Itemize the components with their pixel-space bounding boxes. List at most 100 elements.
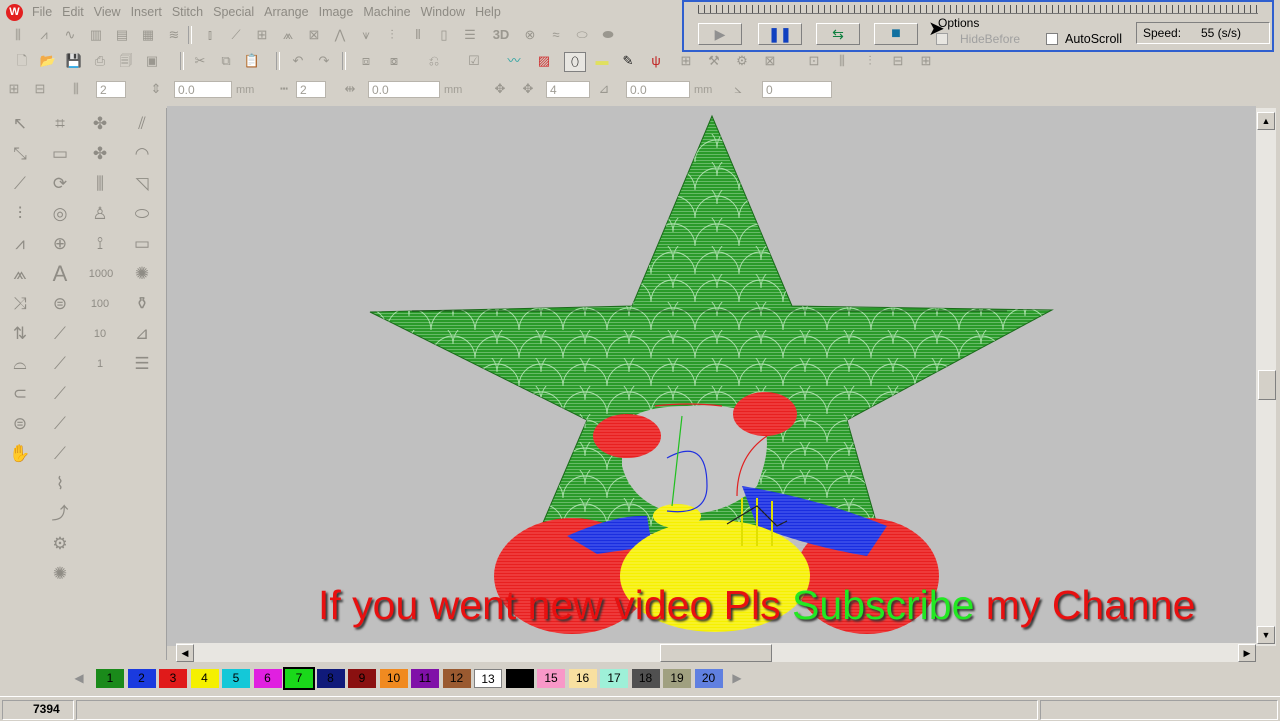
edit-shape-icon[interactable]: ◹ bbox=[128, 170, 156, 198]
wave-fill-icon[interactable]: ≈ bbox=[546, 26, 566, 44]
autoscroll-checkbox[interactable] bbox=[1046, 33, 1058, 45]
width-icon[interactable]: ⇹ bbox=[340, 80, 360, 98]
group-icon[interactable]: ⧈ bbox=[356, 52, 376, 70]
node-edit-icon[interactable]: ⤡ bbox=[6, 140, 34, 168]
star-fill-icon[interactable]: ⋀ bbox=[330, 26, 350, 44]
thread-swatch-12[interactable]: 12 bbox=[442, 669, 471, 688]
palette-prev-icon[interactable]: ◀ bbox=[68, 669, 90, 688]
thread-swatch-16[interactable]: 16 bbox=[568, 669, 597, 688]
needle-icon[interactable]: ✎ bbox=[618, 52, 638, 70]
thread-swatch-19[interactable]: 19 bbox=[663, 669, 691, 688]
count-spinner-2[interactable]: 2 bbox=[296, 81, 326, 98]
vertical-scrollbar[interactable]: ▲ ▼ bbox=[1256, 108, 1276, 646]
thread-swatch-8[interactable]: 8 bbox=[316, 669, 345, 688]
zigzag-stitch-icon[interactable]: ⩘ bbox=[34, 26, 54, 44]
radial-fill-icon[interactable]: ⟋ bbox=[226, 26, 246, 44]
knife-icon[interactable]: ⟋ bbox=[6, 170, 34, 198]
ellipse-icon[interactable]: ⬭ bbox=[128, 200, 156, 228]
rotate-icon[interactable]: ⦣ bbox=[728, 80, 748, 98]
branch-icon[interactable]: ⟟ bbox=[86, 230, 114, 258]
motif-fill-icon[interactable]: ≋ bbox=[164, 26, 184, 44]
distribute-icon[interactable]: ⊟ bbox=[888, 52, 908, 70]
cut-icon[interactable]: ✂ bbox=[190, 52, 210, 70]
ruler-icon[interactable]: ⫼ bbox=[832, 52, 852, 70]
menu-stitch[interactable]: Stitch bbox=[172, 0, 213, 24]
jump-stitch-icon[interactable]: ⤨ bbox=[6, 290, 34, 318]
angle-icon[interactable]: ⊿ bbox=[594, 80, 614, 98]
wave-stitch-icon[interactable]: ∿ bbox=[60, 26, 80, 44]
thread-swatch-3[interactable]: 3 bbox=[159, 669, 187, 688]
thread-swatch-6[interactable]: 6 bbox=[253, 669, 282, 688]
net-fill-icon[interactable]: ⊠ bbox=[304, 26, 324, 44]
emboss-icon[interactable]: ⬭ bbox=[572, 26, 592, 44]
undo-icon[interactable]: ↶ bbox=[288, 52, 308, 70]
arc-icon[interactable]: ◠ bbox=[128, 140, 156, 168]
thread-icon[interactable]: 〰 bbox=[504, 52, 524, 70]
stop-button[interactable]: ■ bbox=[874, 23, 918, 45]
columns-icon[interactable]: ⫼ bbox=[66, 80, 86, 98]
angle-spinner[interactable]: 0 bbox=[762, 81, 832, 98]
move-all-icon[interactable]: ✥ bbox=[518, 80, 538, 98]
thread-swatch-14[interactable]: 14 bbox=[505, 669, 534, 688]
thread-swatch-15[interactable]: 15 bbox=[537, 669, 565, 688]
figure-icon[interactable]: ♙ bbox=[86, 200, 114, 228]
line-tool-icon[interactable]: ⟋ bbox=[46, 320, 74, 348]
lasso-icon[interactable]: ⊂ bbox=[6, 380, 34, 408]
contour-fill-icon[interactable]: ⦀ bbox=[408, 26, 428, 44]
stitch-1000-tool[interactable]: 1000 bbox=[84, 260, 118, 288]
pause-button[interactable]: ❚❚ bbox=[758, 23, 802, 45]
wand-icon[interactable]: ⚒ bbox=[704, 52, 724, 70]
paste-icon[interactable]: 📋 bbox=[242, 52, 262, 70]
print-icon[interactable]: ⎙ bbox=[90, 52, 110, 70]
count-spinner-3[interactable]: 4 bbox=[546, 81, 590, 98]
menu-file[interactable]: File bbox=[32, 0, 62, 24]
bottle-icon[interactable]: ⚱ bbox=[128, 290, 156, 318]
spacing-spinner-1[interactable]: 0.0 bbox=[174, 81, 232, 98]
list-tool-icon[interactable]: ☰ bbox=[128, 350, 156, 378]
three-d-icon[interactable]: 3D bbox=[486, 26, 516, 44]
select-arrow-icon[interactable]: ↖ bbox=[6, 110, 34, 138]
step-button[interactable]: ⇆ bbox=[816, 23, 860, 45]
save-icon[interactable]: 💾 bbox=[64, 52, 84, 70]
column-tool-icon[interactable]: ⫼ bbox=[86, 170, 114, 198]
redo-icon[interactable]: ↷ bbox=[314, 52, 334, 70]
rectangle-icon[interactable]: ▭ bbox=[128, 230, 156, 258]
thread-swatch-13[interactable]: 13 bbox=[474, 669, 502, 688]
ungroup-icon[interactable]: ⧇ bbox=[384, 52, 404, 70]
sequence-icon[interactable]: ⊜ bbox=[6, 410, 34, 438]
new-file-icon[interactable]: 🗋 bbox=[12, 52, 32, 70]
menu-help[interactable]: Help bbox=[475, 0, 511, 24]
highlight-icon[interactable]: ▬ bbox=[592, 52, 612, 70]
thread-swatch-4[interactable]: 4 bbox=[190, 669, 219, 688]
thread-swatch-10[interactable]: 10 bbox=[379, 669, 408, 688]
menu-arrange[interactable]: Arrange bbox=[264, 0, 318, 24]
app-logo-icon[interactable]: W bbox=[6, 4, 23, 21]
mirror-icon[interactable]: ⎌ bbox=[424, 52, 444, 70]
menu-edit[interactable]: Edit bbox=[62, 0, 94, 24]
stitch-100-tool[interactable]: 100 bbox=[86, 290, 114, 318]
lettering-tool[interactable]: A bbox=[46, 260, 74, 288]
network-icon[interactable]: ⚙ bbox=[46, 530, 74, 558]
applique-icon[interactable]: ✤ bbox=[86, 110, 114, 138]
menu-image[interactable]: Image bbox=[319, 0, 364, 24]
hand-pan-icon[interactable]: ✋ bbox=[6, 440, 34, 468]
thread-swatch-7[interactable]: 7 bbox=[283, 667, 315, 690]
stitch-1-tool[interactable]: 1 bbox=[86, 350, 114, 378]
globe-icon[interactable]: ⊕ bbox=[46, 230, 74, 258]
step-path-icon[interactable]: ⟋ bbox=[46, 440, 74, 468]
hide-before-checkbox[interactable] bbox=[936, 33, 948, 45]
dash-icon[interactable]: ┅ bbox=[274, 80, 294, 98]
trim-icon[interactable]: ψ bbox=[646, 52, 666, 70]
scroll-left-icon[interactable]: ◀ bbox=[176, 644, 194, 662]
align-icon[interactable]: ⫶ bbox=[860, 52, 880, 70]
show-stitches-icon[interactable]: ▨ bbox=[534, 52, 554, 70]
path-icon[interactable]: ⟋ bbox=[46, 380, 74, 408]
stitch-10-tool[interactable]: 10 bbox=[86, 320, 114, 348]
gear-tool-icon[interactable]: ✺ bbox=[128, 260, 156, 288]
spacing-spinner-3[interactable]: 0.0 bbox=[626, 81, 690, 98]
applique-2-icon[interactable]: ✤ bbox=[86, 140, 114, 168]
monogram-icon[interactable]: ⊜ bbox=[46, 290, 74, 318]
menu-insert[interactable]: Insert bbox=[131, 0, 172, 24]
design-canvas[interactable]: If you went new video Pls Subscribe my C… bbox=[167, 106, 1256, 646]
line-hatch-icon[interactable]: ⫽ bbox=[128, 110, 156, 138]
